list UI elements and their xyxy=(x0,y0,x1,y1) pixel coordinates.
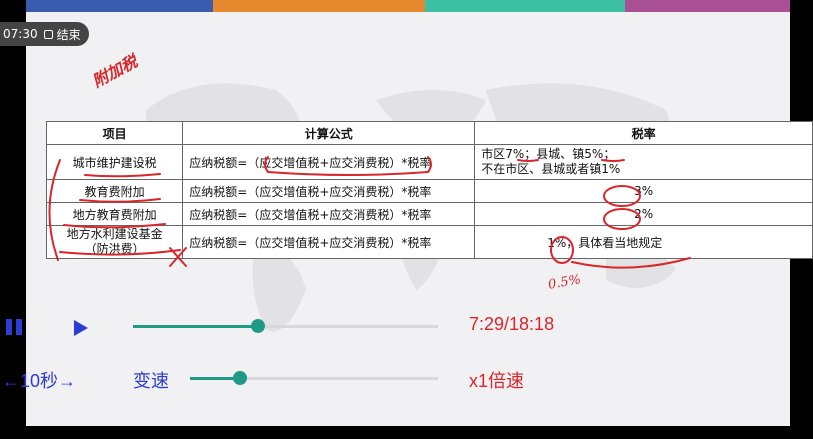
top-color-bar-teal xyxy=(425,0,625,12)
pause-icon xyxy=(6,319,12,335)
recording-pill: 07:30 结束 xyxy=(0,22,89,46)
top-color-bar-orange xyxy=(213,0,425,12)
speed-label: 变速 xyxy=(133,371,169,391)
speed-slider[interactable] xyxy=(190,371,438,385)
row-item: 教育费附加 xyxy=(45,179,184,203)
rate-line: 不在市区、县城或者镇1% xyxy=(481,162,621,176)
end-button-label: 结束 xyxy=(56,27,81,42)
table-header-row: 项目 计算公式 税率 xyxy=(45,121,813,145)
table-row: 教育费附加 应纳税额=（应交增值税+应交消费税）*税率 3% xyxy=(45,179,813,203)
row-rate: 市区7%；县城、镇5%； 不在市区、县城或者镇1% xyxy=(474,144,813,180)
pause-button[interactable] xyxy=(6,319,24,337)
header-item: 项目 xyxy=(45,121,184,145)
item-line: （防洪费） xyxy=(84,242,145,256)
header-rate: 税率 xyxy=(474,121,813,145)
progress-knob[interactable] xyxy=(251,319,266,333)
progress-slider[interactable] xyxy=(133,319,438,333)
table-row: 城市维护建设税 应纳税额=（应交增值税+应交消费税）*税率 市区7%；县城、镇5… xyxy=(45,144,813,180)
clock-text: 07:30 xyxy=(3,27,38,41)
row-formula: 应纳税额=（应交增值税+应交消费税）*税率 xyxy=(182,225,476,259)
end-button[interactable]: 结束 xyxy=(43,26,81,43)
progress-fill xyxy=(133,325,259,328)
top-color-bar-purple xyxy=(625,0,790,12)
rate-line: 市区7%；县城、镇5%； xyxy=(481,147,616,161)
table-row: 地方水利建设基金 （防洪费） 应纳税额=（应交增值税+应交消费税）*税率 1%，… xyxy=(45,225,813,259)
row-rate: 2% xyxy=(474,202,813,226)
speed-value-button[interactable]: x1倍速 xyxy=(469,367,524,393)
rate-prefix: 1% xyxy=(547,235,567,250)
item-line: 地方水利建设基金 xyxy=(66,227,163,241)
play-button[interactable] xyxy=(74,320,88,336)
table-row: 地方教育费附加 应纳税额=（应交增值税+应交消费税）*税率 2% xyxy=(45,202,813,226)
row-item: 城市维护建设税 xyxy=(45,144,184,180)
row-item: 地方水利建设基金 （防洪费） xyxy=(45,225,184,259)
stop-icon xyxy=(43,29,53,39)
row-formula: 应纳税额=（应交增值税+应交消费税）*税率 xyxy=(182,202,476,226)
player-controls: 7:29/18:18 ←10秒→ 变速 x1倍速 xyxy=(0,300,813,410)
tax-table: 项目 计算公式 税率 城市维护建设税 应纳税额=（应交增值税+应交消费税）*税率… xyxy=(45,121,813,259)
row-formula: 应纳税额=（应交增值税+应交消费税）*税率 xyxy=(182,144,476,180)
time-display: 7:29/18:18 xyxy=(469,314,555,334)
row-item: 地方教育费附加 xyxy=(45,202,184,226)
row-rate: 3% xyxy=(474,179,813,203)
rate-suffix: ，具体看当地规定 xyxy=(566,235,663,250)
skip-10s-button[interactable]: ←10秒→ xyxy=(2,367,76,393)
speed-knob[interactable] xyxy=(232,371,247,385)
row-rate: 1%，具体看当地规定 xyxy=(474,225,813,259)
row-formula: 应纳税额=（应交增值税+应交消费税）*税率 xyxy=(182,179,476,203)
top-color-bar-blue xyxy=(26,0,213,12)
header-formula: 计算公式 xyxy=(182,121,476,145)
